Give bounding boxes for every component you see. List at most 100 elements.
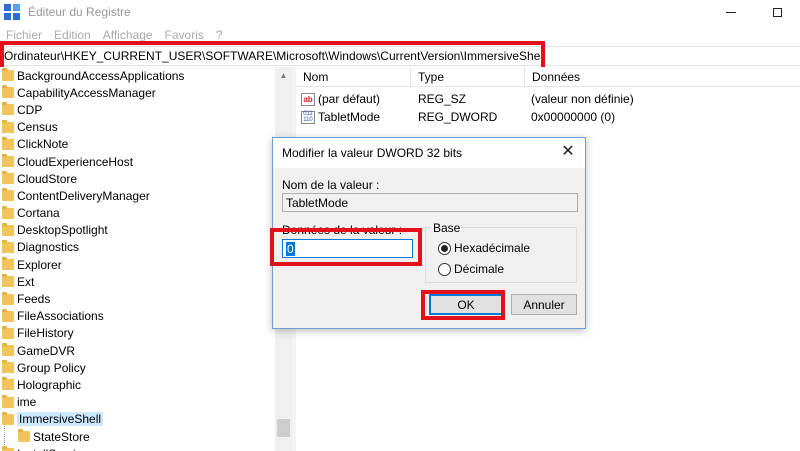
- folder-icon: [2, 343, 14, 357]
- minimize-button[interactable]: [708, 0, 754, 24]
- menu-favoris[interactable]: Favoris: [159, 28, 210, 42]
- tree-item[interactable]: Cortana: [0, 205, 275, 222]
- key-tree: BackgroundAccessApplications CapabilityAc…: [0, 67, 275, 451]
- radio-decimal[interactable]: Décimale: [438, 262, 504, 276]
- tree-item-label: ime: [17, 395, 37, 410]
- tree-item-label: ImmersiveShell: [17, 412, 104, 427]
- tree-item[interactable]: InstallService: [0, 445, 275, 451]
- tree-item-label: Feeds: [17, 292, 51, 307]
- title-bar: Éditeur du Registre: [0, 0, 800, 24]
- folder-icon: [2, 377, 14, 391]
- radio-hexadecimal[interactable]: Hexadécimale: [438, 241, 530, 255]
- tree-item-label: Holographic: [17, 377, 82, 392]
- tree-item[interactable]: FileHistory: [0, 325, 275, 342]
- base-label: Base: [431, 221, 463, 235]
- tree-item[interactable]: CloudStore: [0, 170, 275, 187]
- tree-item-label: Census: [17, 120, 58, 135]
- tree-item[interactable]: Feeds: [0, 290, 275, 307]
- tree-item[interactable]: DesktopSpotlight: [0, 222, 275, 239]
- folder-icon: [2, 257, 14, 271]
- tree-item-label: StateStore: [33, 429, 90, 444]
- tree-item[interactable]: Explorer: [0, 256, 275, 273]
- menu-fichier[interactable]: Fichier: [0, 28, 48, 42]
- tree-item[interactable]: GameDVR: [0, 342, 275, 359]
- value-name-field: TabletMode: [282, 193, 578, 212]
- radio-hex-label: Hexadécimale: [454, 241, 531, 255]
- folder-icon: [2, 325, 14, 339]
- column-header-name[interactable]: Nom: [296, 66, 411, 87]
- cancel-button[interactable]: Annuler: [511, 294, 577, 315]
- scroll-up-arrow-icon[interactable]: ▲: [275, 67, 292, 84]
- value-name: (par défaut): [318, 92, 381, 106]
- close-icon[interactable]: ✕: [560, 144, 576, 160]
- tree-item-label: DesktopSpotlight: [17, 223, 108, 238]
- column-header-type[interactable]: Type: [411, 66, 525, 87]
- tree-item-label: BackgroundAccessApplications: [17, 68, 185, 83]
- tree-item[interactable]: ime: [0, 394, 275, 411]
- values-header: Nom Type Données: [296, 66, 800, 87]
- folder-icon: [2, 136, 14, 150]
- menu-affichage[interactable]: Affichage: [97, 28, 159, 42]
- scroll-thumb[interactable]: [277, 419, 290, 437]
- tree-item-label: FileAssociations: [17, 309, 104, 324]
- tree-item-label: FileHistory: [17, 326, 74, 341]
- tree-item[interactable]: BackgroundAccessApplications: [0, 67, 275, 84]
- value-row-default[interactable]: ab (par défaut) REG_SZ (valeur non défin…: [296, 90, 800, 108]
- tree-item[interactable]: CapabilityAccessManager: [0, 84, 275, 101]
- tree-item-label: Explorer: [17, 257, 62, 272]
- menu-edition[interactable]: Edition: [48, 28, 97, 42]
- window-controls: [708, 0, 800, 24]
- tree-item-label: CloudExperienceHost: [17, 154, 134, 169]
- tree-item-label: ClickNote: [17, 137, 69, 152]
- tree-item-label: ContentDeliveryManager: [17, 188, 150, 203]
- radio-hex-icon[interactable]: [438, 241, 451, 255]
- value-name-label: Nom de la valeur :: [282, 178, 380, 192]
- tree-item[interactable]: CDP: [0, 101, 275, 118]
- tree-item-label: GameDVR: [17, 343, 76, 358]
- folder-icon: [2, 308, 14, 322]
- folder-icon: [2, 171, 14, 185]
- folder-icon: [2, 411, 14, 425]
- column-header-data[interactable]: Données: [525, 67, 800, 87]
- folder-icon: [2, 291, 14, 305]
- tree-item-label: CloudStore: [17, 171, 78, 186]
- dialog-title-bar: Modifier la valeur DWORD 32 bits ✕: [273, 138, 585, 168]
- folder-icon: [2, 188, 14, 202]
- folder-icon: [2, 360, 14, 374]
- tree-item[interactable]: Census: [0, 119, 275, 136]
- tree-item[interactable]: Holographic: [0, 376, 275, 393]
- tree-item[interactable]: Group Policy: [0, 359, 275, 376]
- radio-dec-icon[interactable]: [438, 262, 451, 276]
- value-row-tabletmode[interactable]: 011 110 TabletMode REG_DWORD 0x00000000 …: [296, 108, 800, 126]
- folder-icon: [2, 85, 14, 99]
- folder-icon: [18, 429, 30, 443]
- maximize-button[interactable]: [754, 0, 800, 24]
- tree-item[interactable]: FileAssociations: [0, 308, 275, 325]
- tree-item-label: InstallService: [17, 447, 88, 451]
- tree-item[interactable]: Diagnostics: [0, 239, 275, 256]
- tree-item[interactable]: Ext: [0, 273, 275, 290]
- folder-icon: [2, 154, 14, 168]
- folder-icon: [2, 239, 14, 253]
- tree-item-label: Group Policy: [17, 360, 86, 375]
- minimize-icon: [726, 11, 736, 13]
- tree-item[interactable]: StateStore: [0, 428, 275, 445]
- value-type: REG_SZ: [418, 92, 467, 106]
- tree-item[interactable]: ContentDeliveryManager: [0, 187, 275, 204]
- menu-help[interactable]: ?: [210, 28, 229, 42]
- tree-item[interactable]: CloudExperienceHost: [0, 153, 275, 170]
- window-title: Éditeur du Registre: [28, 5, 131, 19]
- folder-icon: [2, 68, 14, 82]
- value-data: 0x00000000 (0): [531, 110, 616, 124]
- registry-editor-icon: [4, 4, 20, 20]
- tree-item[interactable]: ImmersiveShell: [0, 411, 275, 428]
- tree-item-label: Ext: [17, 274, 35, 289]
- value-name-cell: 011 110 TabletMode: [296, 110, 411, 124]
- tree-item[interactable]: ClickNote: [0, 136, 275, 153]
- string-value-icon: ab: [301, 92, 315, 106]
- value-name-cell: ab (par défaut): [296, 92, 411, 106]
- tree-item-label: CDP: [17, 102, 43, 117]
- folder-icon: [2, 222, 14, 236]
- data-input-highlight-box: [270, 228, 422, 266]
- dword-value-icon: 011 110: [301, 110, 315, 124]
